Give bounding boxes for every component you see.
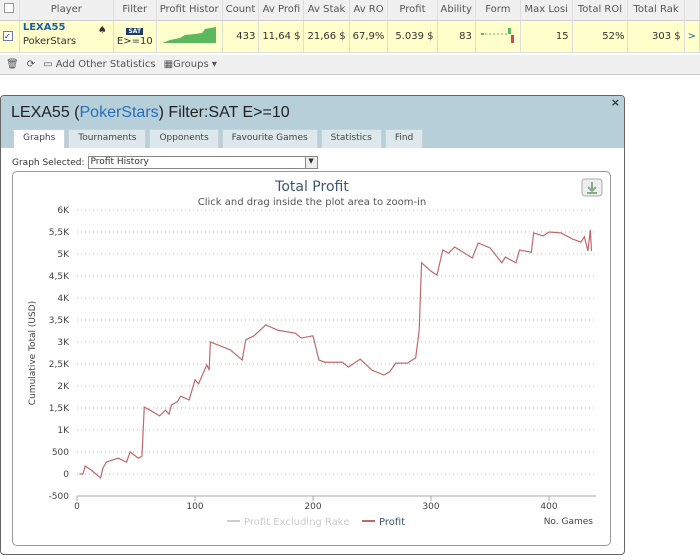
col-ability[interactable]: Ability	[437, 0, 476, 21]
max-losing-value: 15	[520, 20, 573, 53]
stats-table: Player Filter Profit Histor Count Av Pro…	[0, 0, 700, 53]
player-dialog: LEXA55 (PokerStars) Filter:SAT E>=10 × G…	[0, 95, 625, 555]
player-site: PokerStars	[22, 35, 77, 47]
graph-selected-label: Graph Selected:	[12, 157, 85, 168]
pokerstars-icon: ♠	[97, 24, 107, 36]
av-roi-value: 67,9%	[349, 20, 389, 53]
av-stake-value: 21,66 $	[303, 20, 350, 53]
tab-statistics[interactable]: Statistics	[320, 129, 382, 148]
more-link[interactable]: >	[684, 20, 700, 53]
window-icon: ▭	[43, 59, 53, 70]
site-link[interactable]: PokerStars	[80, 104, 159, 121]
col-av-stake[interactable]: Av Stak	[303, 0, 350, 21]
col-form[interactable]: Form	[475, 0, 521, 21]
form-chart	[475, 20, 521, 53]
chart-container	[12, 171, 611, 546]
col-total-roi[interactable]: Total ROI	[572, 0, 629, 21]
tab-tournaments[interactable]: Tournaments	[68, 129, 147, 148]
col-count[interactable]: Count	[222, 0, 260, 21]
graph-select[interactable]: Profit History ▼	[87, 156, 318, 169]
profit-sparkline	[156, 20, 223, 53]
close-icon[interactable]: ×	[611, 96, 620, 109]
col-profit-history[interactable]: Profit Histor	[156, 0, 223, 21]
sat-badge: SAT	[126, 28, 144, 35]
tab-favourite-games[interactable]: Favourite Games	[221, 129, 318, 148]
ability-value: 83	[437, 20, 476, 53]
table-row[interactable]: ✓ LEXA55 PokerStars ♠ SAT E>=10 433 11,64 $…	[0, 20, 700, 53]
tab-opponents[interactable]: Opponents	[149, 129, 219, 148]
grid-icon: ▦	[163, 59, 174, 70]
col-max-losing[interactable]: Max Losi	[520, 0, 573, 21]
profit-value: 5.039 $	[387, 20, 438, 53]
col-av-profit[interactable]: Av Profi	[258, 0, 305, 21]
header-select-all[interactable]	[0, 0, 20, 21]
col-profit[interactable]: Profit	[387, 0, 438, 21]
total-roi-value: 52%	[572, 20, 629, 53]
chevron-down-icon: ▼	[304, 157, 317, 168]
col-filter[interactable]: Filter	[113, 0, 157, 21]
av-profit-value: 11,64 $	[258, 20, 305, 53]
dialog-title: LEXA55 (PokerStars) Filter:SAT E>=10	[11, 104, 290, 121]
tab-find[interactable]: Find	[384, 129, 424, 148]
row-checkbox[interactable]: ✓	[0, 20, 20, 53]
table-header: Player Filter Profit Histor Count Av Pro…	[0, 0, 700, 21]
col-total-rake[interactable]: Total Rak	[627, 0, 685, 21]
table-toolbar: 🗑 ⟳ ▭ Add Other Statistics ▦Groups ▾	[0, 55, 700, 75]
tab-graphs[interactable]: Graphs	[13, 129, 66, 148]
count-value: 433	[222, 20, 260, 53]
player-name[interactable]: LEXA55	[23, 22, 110, 33]
chevron-down-icon: ▾	[211, 59, 217, 70]
groups-dropdown[interactable]: ▦Groups ▾	[164, 59, 217, 70]
trash-icon[interactable]: 🗑	[6, 59, 19, 70]
add-other-statistics-button[interactable]: ▭ Add Other Statistics	[43, 59, 155, 70]
filter-value: E>=10	[116, 36, 153, 47]
refresh-icon[interactable]: ⟳	[27, 59, 35, 70]
col-av-roi[interactable]: Av RO	[349, 0, 389, 21]
total-rake-value: 303 $	[627, 20, 685, 53]
col-player[interactable]: Player	[19, 0, 114, 21]
